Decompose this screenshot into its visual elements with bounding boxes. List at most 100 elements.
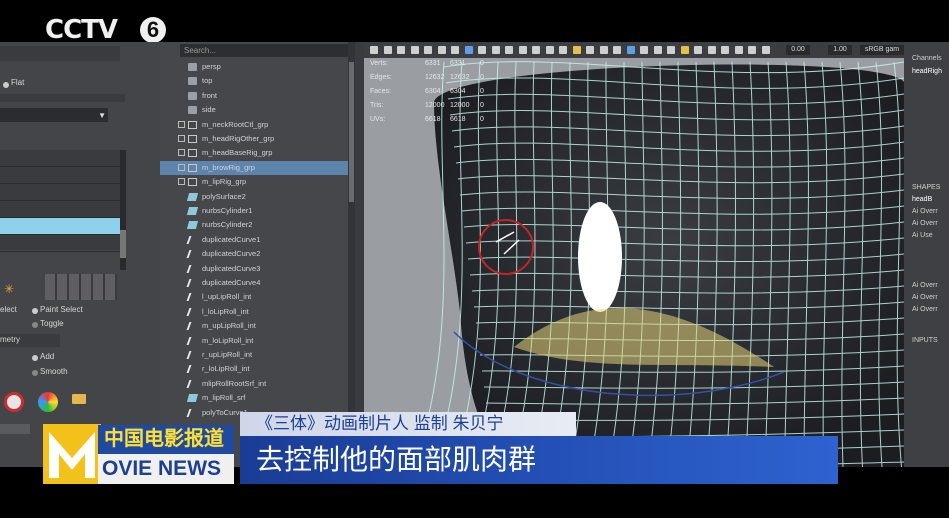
outliner-item[interactable]: m_neckRootCtl_grp [160, 118, 355, 132]
list-scrollbar[interactable] [120, 150, 126, 270]
viewport-tool-icon[interactable] [491, 46, 500, 54]
viewport-tool-icon[interactable] [586, 46, 594, 54]
scrollbar-thumb[interactable] [349, 62, 354, 202]
outliner-item[interactable]: top [160, 74, 355, 88]
viewport-tool-icon[interactable] [734, 46, 743, 54]
symmetry-dropdown[interactable]: metry [0, 334, 60, 347]
search-input[interactable]: Search... [180, 44, 355, 57]
outliner-item[interactable]: r_loLipRoll_int [160, 362, 355, 376]
stat-value: 0 [480, 74, 484, 81]
viewport-tool-icon[interactable] [626, 46, 635, 54]
mode-dropdown[interactable]: ▼ [0, 108, 108, 122]
viewport-tool-icon[interactable] [653, 46, 662, 54]
expand-icon[interactable] [178, 120, 185, 128]
viewport-tool-icon[interactable] [451, 46, 459, 54]
viewport-tool-icon[interactable] [694, 46, 702, 54]
toggle-radio[interactable] [32, 322, 38, 328]
gamma-field[interactable]: 1.00 [828, 45, 852, 55]
outliner-item[interactable]: nurbsCylinder1 [160, 204, 355, 218]
outliner-item[interactable]: front [160, 89, 355, 103]
folder-icon[interactable] [72, 394, 86, 404]
viewport-tool-icon[interactable] [761, 46, 770, 54]
viewport-tool-icon[interactable] [518, 46, 527, 54]
smooth-radio[interactable] [32, 370, 38, 376]
outliner-item[interactable]: persp [160, 60, 355, 74]
viewport-tool-icon[interactable] [667, 46, 675, 54]
expand-icon[interactable] [178, 149, 185, 157]
expand-icon[interactable] [178, 163, 185, 171]
paint-select-radio[interactable] [32, 308, 38, 314]
zoom-field[interactable]: 0.00 [786, 45, 810, 55]
outliner-item[interactable]: r_upLipRoll_int [160, 348, 355, 362]
channel-attr[interactable]: Ai Overr [912, 208, 938, 215]
viewport-tool-icon[interactable] [464, 46, 473, 54]
color-wheel-icon[interactable] [38, 392, 58, 412]
viewport-tool-icon[interactable] [383, 46, 392, 54]
outliner-item[interactable]: m_loLipRoll_int [160, 334, 355, 348]
scrollbar-thumb[interactable] [120, 230, 126, 258]
smooth-label: Smooth [40, 367, 68, 376]
outliner-item[interactable]: l_upLipRoll_int [160, 290, 355, 304]
viewport-tool-icon[interactable] [707, 46, 716, 54]
viewport-tool-icon[interactable] [478, 46, 486, 54]
outliner-scrollbar[interactable] [348, 42, 355, 467]
outliner-item[interactable]: m_headBaseRig_grp [160, 146, 355, 160]
viewport-tool-icon[interactable] [613, 46, 621, 54]
flat-radio[interactable] [3, 82, 9, 88]
outliner-item[interactable]: m_lipRig_grp [160, 175, 355, 189]
outliner-item-label: polySurface2 [202, 191, 246, 201]
outliner-item[interactable]: m_lipRoll_srf [160, 391, 355, 405]
brush-swatch-grid[interactable] [45, 274, 117, 300]
outliner-item[interactable]: duplicatedCurve1 [160, 233, 355, 247]
viewport-tool-icon[interactable] [748, 46, 756, 54]
outliner-item[interactable]: mlipRollRootSrf_int [160, 377, 355, 391]
expand-icon[interactable] [178, 135, 185, 142]
viewport-tool-icon[interactable] [370, 46, 378, 54]
settings-field[interactable] [0, 424, 30, 434]
color-space-field[interactable]: sRGB gam [860, 45, 904, 55]
outliner-item[interactable]: m_browRig_grp [160, 160, 355, 175]
list-item[interactable] [0, 150, 120, 167]
viewport-tool-icon[interactable] [680, 46, 689, 54]
channel-attr[interactable]: Ai Overr [912, 282, 938, 289]
viewport-tool-icon[interactable] [532, 46, 540, 54]
list-item[interactable] [0, 201, 120, 218]
viewport-tool-icon[interactable] [410, 46, 419, 54]
outliner-item[interactable]: m_headRigOther_grp [160, 132, 355, 146]
add-radio[interactable] [32, 355, 38, 361]
record-button[interactable] [4, 392, 24, 412]
list-item-selected[interactable] [0, 218, 120, 235]
outliner-item[interactable]: polySurface2 [160, 190, 355, 204]
viewport-tool-icon[interactable] [721, 46, 729, 54]
viewport-tool-icon[interactable] [424, 46, 432, 54]
viewport-tool-icon[interactable] [397, 46, 405, 54]
list-item[interactable] [0, 235, 120, 252]
channel-attr[interactable]: Ai Overr [912, 220, 938, 227]
outliner-item[interactable]: duplicatedCurve3 [160, 262, 355, 276]
outliner-item[interactable]: m_upLipRoll_int [160, 319, 355, 333]
channel-attr[interactable]: Ai Use [912, 232, 933, 239]
expand-icon[interactable] [178, 178, 185, 186]
list-item[interactable] [0, 167, 120, 184]
outliner-item-label: m_lipRig_grp [202, 177, 247, 187]
viewport-tool-icon[interactable] [599, 46, 608, 54]
3d-viewport[interactable]: 0.00 1.00 sRGB gam Verts: 6331 6331 0 Edges:… [364, 42, 904, 467]
viewport-tool-icon[interactable] [545, 46, 554, 54]
viewport-tool-icon[interactable] [505, 46, 513, 54]
outliner-item[interactable]: side [160, 103, 355, 117]
panel-divider[interactable] [355, 42, 364, 467]
outliner-item[interactable]: l_loLipRoll_int [160, 305, 355, 319]
viewport-tool-icon[interactable] [559, 46, 567, 54]
viewport-tool-icon[interactable] [437, 46, 446, 54]
outliner-item[interactable]: nurbsCylinder2 [160, 218, 355, 232]
channel-attr[interactable]: Ai Overr [912, 306, 938, 313]
subtitle-caption: 去控制他的面部肌肉群 [240, 436, 838, 484]
viewport-tool-icon[interactable] [572, 46, 581, 54]
outliner-item[interactable]: duplicatedCurve2 [160, 247, 355, 261]
outliner-item[interactable]: duplicatedCurve4 [160, 276, 355, 290]
attribute-list[interactable] [0, 150, 120, 252]
channel-attr[interactable]: Ai Overr [912, 294, 938, 301]
slider-track[interactable] [0, 94, 125, 102]
viewport-tool-icon[interactable] [640, 46, 648, 54]
list-item[interactable] [0, 184, 120, 201]
